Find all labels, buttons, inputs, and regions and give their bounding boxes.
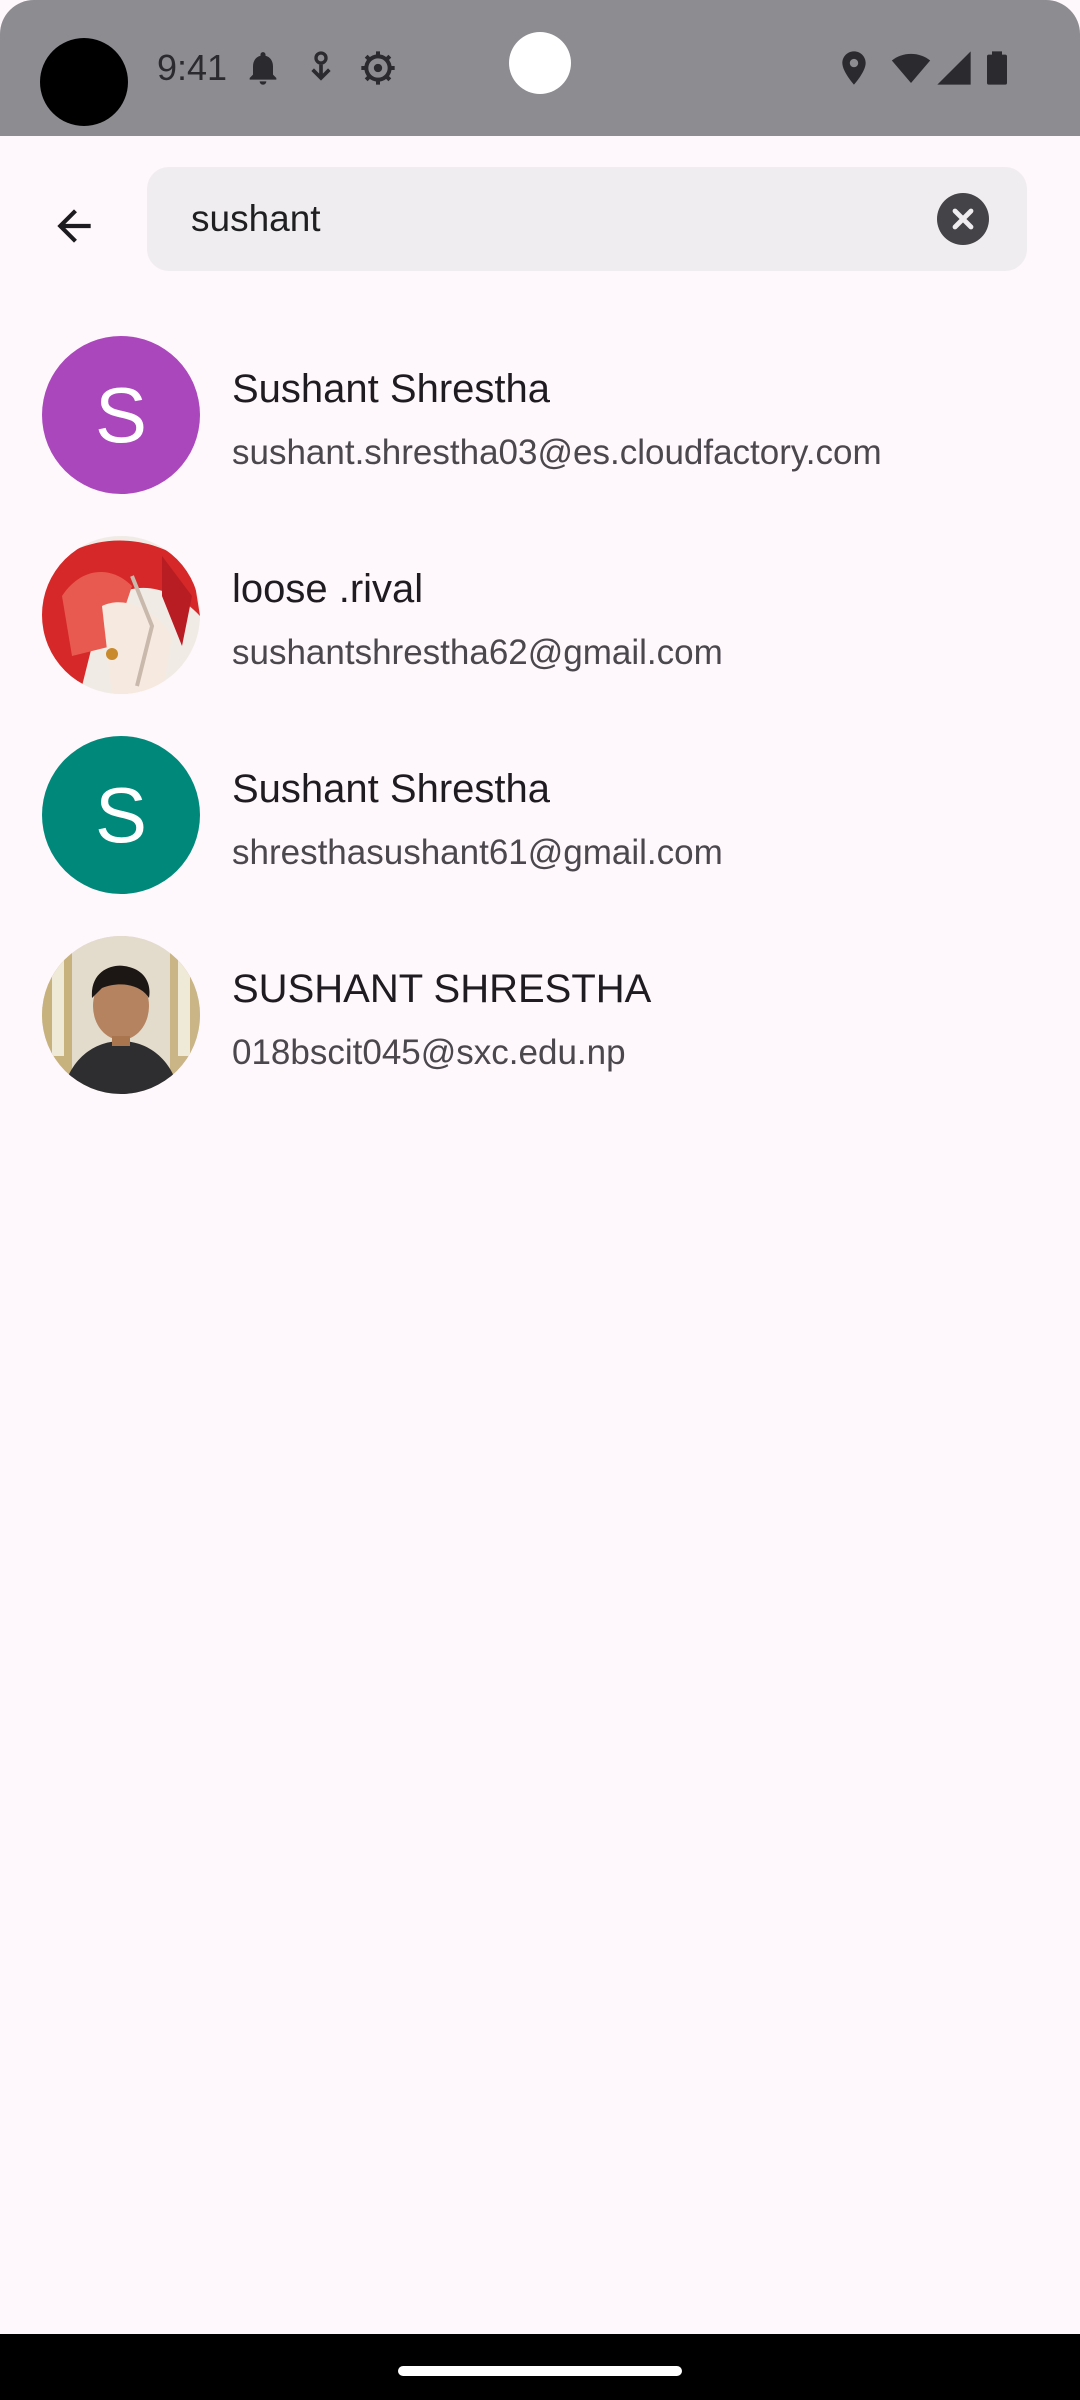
download-icon bbox=[311, 51, 331, 81]
avatar-letter: S bbox=[94, 370, 148, 459]
avatar-initial: S bbox=[42, 736, 200, 894]
contact-row[interactable]: S Sushant Shrestha shresthasushant61@gma… bbox=[0, 711, 1080, 911]
search-input[interactable] bbox=[191, 167, 891, 271]
contact-email: sushantshrestha62@gmail.com bbox=[232, 633, 723, 672]
center-indicator bbox=[509, 32, 571, 94]
contact-email: sushant.shrestha03@es.cloudfactory.com bbox=[232, 433, 882, 472]
home-gesture-handle[interactable] bbox=[398, 2366, 682, 2376]
contact-row[interactable]: S Sushant Shrestha sushant.shrestha03@es… bbox=[0, 311, 1080, 511]
contact-name: Sushant Shrestha bbox=[232, 767, 550, 811]
contact-row[interactable]: loose .rival sushantshrestha62@gmail.com bbox=[0, 511, 1080, 711]
cellular-signal-icon bbox=[937, 51, 971, 85]
contact-name: Sushant Shrestha bbox=[232, 367, 550, 411]
battery-icon bbox=[987, 51, 1007, 85]
status-time: 9:41 bbox=[157, 47, 228, 88]
avatar-image bbox=[42, 536, 200, 694]
location-pin-icon bbox=[842, 51, 866, 85]
contact-name: SUSHANT SHRESTHA bbox=[232, 967, 652, 1011]
arrow-back-icon bbox=[57, 209, 91, 243]
clear-search-button[interactable] bbox=[937, 193, 989, 245]
camera-cutout bbox=[40, 38, 128, 126]
wifi-icon bbox=[891, 53, 931, 83]
avatar-letter: S bbox=[94, 770, 148, 859]
search-results-list: S Sushant Shrestha sushant.shrestha03@es… bbox=[0, 311, 1080, 1111]
contact-row[interactable]: SUSHANT SHRESTHA 018bscit045@sxc.edu.np bbox=[0, 911, 1080, 1111]
back-button[interactable] bbox=[34, 186, 114, 266]
clear-circle-icon bbox=[952, 208, 974, 230]
contact-name: loose .rival bbox=[232, 567, 424, 611]
avatar-initial: S bbox=[42, 336, 200, 494]
avatar-photo bbox=[42, 936, 200, 1094]
search-bar bbox=[147, 167, 1027, 271]
contact-email: 018bscit045@sxc.edu.np bbox=[232, 1033, 626, 1072]
search-screen: S Sushant Shrestha sushant.shrestha03@es… bbox=[0, 136, 1080, 2334]
contact-email: shresthasushant61@gmail.com bbox=[232, 833, 723, 872]
avatar-photo bbox=[42, 536, 200, 694]
status-bar: 9:41 bbox=[0, 0, 1080, 136]
settings-gear-icon bbox=[361, 51, 395, 85]
notification-bell-icon bbox=[249, 52, 277, 85]
avatar-image bbox=[42, 936, 200, 1094]
